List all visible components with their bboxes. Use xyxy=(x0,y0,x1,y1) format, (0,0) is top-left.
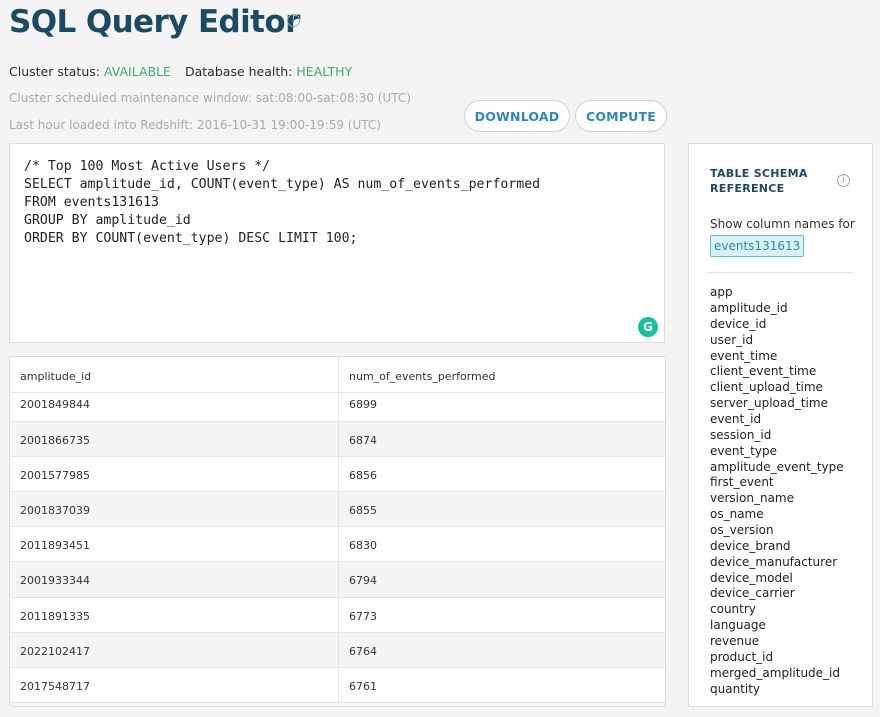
schema-column: event_time xyxy=(710,349,778,363)
schema-column: merged_amplitude_id xyxy=(710,666,841,680)
show-columns-label: Show column names for xyxy=(710,217,855,231)
results-table: amplitude_id num_of_events_performed 200… xyxy=(9,356,666,707)
schema-column: server_upload_time xyxy=(710,396,828,410)
info-icon[interactable]: i xyxy=(287,14,300,27)
cell-amplitude-id: 2001866735 xyxy=(20,434,90,447)
download-button[interactable]: DOWNLOAD xyxy=(464,100,570,132)
cluster-status-value: AVAILABLE xyxy=(103,64,171,79)
cell-event-count: 6830 xyxy=(349,539,377,552)
table-header-row: amplitude_id num_of_events_performed xyxy=(10,357,665,393)
schema-title-line: TABLE SCHEMA xyxy=(710,167,808,180)
page-title: SQL Query Editor xyxy=(9,4,300,40)
cell-amplitude-id: 2011893451 xyxy=(20,539,90,552)
cluster-status: Cluster status: AVAILABLE xyxy=(9,64,171,79)
schema-column: device_model xyxy=(710,571,793,585)
database-health-label: Database health: xyxy=(185,64,293,79)
cell-amplitude-id: 2001577985 xyxy=(20,469,90,482)
schema-column: device_manufacturer xyxy=(710,555,838,569)
cell-event-count: 6874 xyxy=(349,434,377,447)
schema-column: client_event_time xyxy=(710,364,817,378)
database-health-value: HEALTHY xyxy=(296,64,353,79)
divider xyxy=(706,272,854,273)
schema-column: version_name xyxy=(710,491,794,505)
cell-event-count: 6856 xyxy=(349,469,377,482)
cell-event-count: 6794 xyxy=(349,574,377,587)
table-name-tag[interactable]: events131613 xyxy=(710,235,805,257)
schema-column: os_version xyxy=(710,523,774,537)
schema-column: client_upload_time xyxy=(710,380,823,394)
schema-title-line: REFERENCE xyxy=(710,182,785,195)
cell-amplitude-id: 2001837039 xyxy=(20,504,90,517)
table-row: 2011893451 6830 xyxy=(10,527,665,562)
table-row: 2001577985 6856 xyxy=(10,457,665,492)
schema-column: device_carrier xyxy=(710,586,795,600)
schema-column: event_type xyxy=(710,444,777,458)
schema-column: app xyxy=(710,285,733,299)
code-line: /* Top 100 Most Active Users */ xyxy=(24,159,271,174)
schema-column: quantity xyxy=(710,682,761,696)
compute-button[interactable]: COMPUTE xyxy=(575,100,667,132)
column-header[interactable]: num_of_events_performed xyxy=(349,370,496,383)
table-schema-panel: TABLE SCHEMA REFERENCE i Show column nam… xyxy=(688,143,873,707)
info-icon[interactable]: i xyxy=(837,174,850,187)
schema-column: user_id xyxy=(710,333,754,347)
cell-event-count: 6899 xyxy=(349,398,377,411)
table-row: 2001849844 6899 xyxy=(10,393,665,422)
schema-column: device_brand xyxy=(710,539,791,553)
schema-column: event_id xyxy=(710,412,762,426)
cell-amplitude-id: 2022102417 xyxy=(20,645,90,658)
code-line: GROUP BY amplitude_id xyxy=(24,213,191,228)
schema-column: session_id xyxy=(710,428,772,442)
cell-event-count: 6761 xyxy=(349,680,377,693)
cell-event-count: 6855 xyxy=(349,504,377,517)
grammarly-icon[interactable]: G xyxy=(638,317,658,337)
schema-title: TABLE SCHEMA REFERENCE xyxy=(710,166,808,196)
table-row: 2001866735 6874 xyxy=(10,422,665,457)
cell-amplitude-id: 2001849844 xyxy=(20,398,90,411)
schema-column: language xyxy=(710,618,766,632)
database-health: Database health: HEALTHY xyxy=(185,64,352,79)
maintenance-window: Cluster scheduled maintenance window: sa… xyxy=(9,91,411,105)
table-row: 2001837039 6855 xyxy=(10,492,665,527)
code-line: FROM events131613 xyxy=(24,195,159,210)
cell-event-count: 6764 xyxy=(349,645,377,658)
schema-column: device_id xyxy=(710,317,767,331)
cell-amplitude-id: 2001933344 xyxy=(20,574,90,587)
table-row: 2017548717 6761 xyxy=(10,668,665,703)
table-row xyxy=(10,703,665,706)
table-row: 2011891335 6773 xyxy=(10,598,665,633)
table-row: 2022102417 6764 xyxy=(10,633,665,668)
code-line: ORDER BY COUNT(event_type) DESC LIMIT 10… xyxy=(24,231,358,246)
cluster-status-label: Cluster status: xyxy=(9,64,100,79)
cell-event-count: 6773 xyxy=(349,610,377,623)
schema-column: amplitude_id xyxy=(710,301,788,315)
cell-amplitude-id: 2017548717 xyxy=(20,680,90,693)
schema-column: amplitude_event_type xyxy=(710,460,844,474)
schema-column: revenue xyxy=(710,634,760,648)
schema-column: first_event xyxy=(710,475,774,489)
cell-amplitude-id: 2011891335 xyxy=(20,610,90,623)
schema-column: country xyxy=(710,602,756,616)
last-loaded: Last hour loaded into Redshift: 2016-10-… xyxy=(9,118,381,132)
code-line: SELECT amplitude_id, COUNT(event_type) A… xyxy=(24,177,541,192)
table-row: 2001933344 6794 xyxy=(10,562,665,598)
schema-column: os_name xyxy=(710,507,764,521)
sql-editor[interactable]: /* Top 100 Most Active Users */ SELECT a… xyxy=(9,143,665,343)
schema-column: product_id xyxy=(710,650,774,664)
column-header[interactable]: amplitude_id xyxy=(20,370,91,383)
